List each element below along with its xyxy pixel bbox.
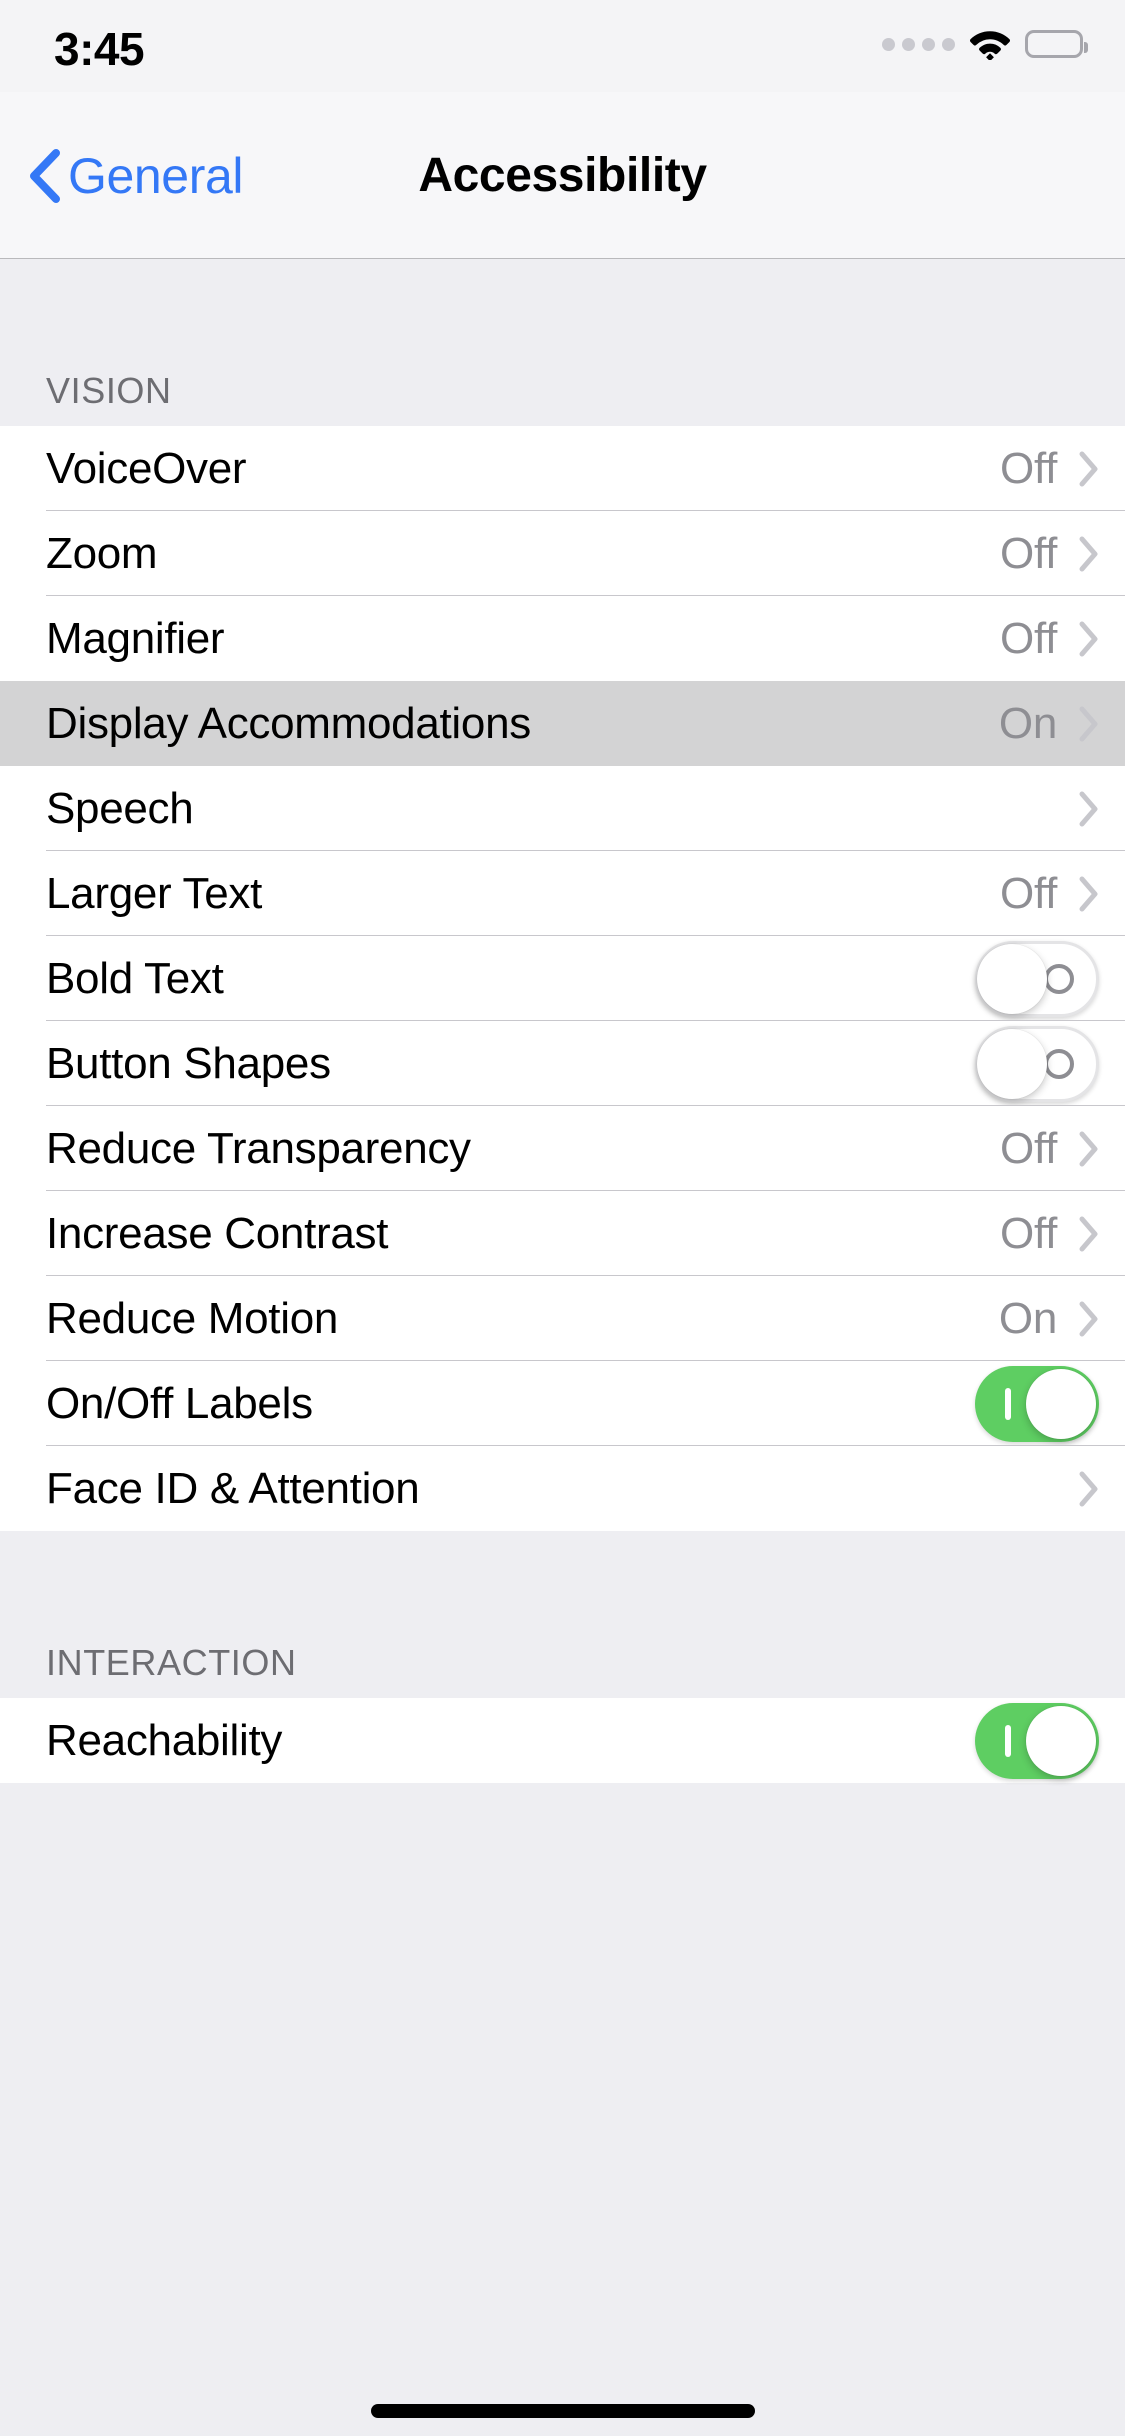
chevron-right-icon <box>1079 536 1099 572</box>
switch-on-label-icon <box>1005 1724 1011 1757</box>
settings-row-label: Bold Text <box>46 953 224 1003</box>
iphone-screen: 3:45 General Accessibility VISION VoiceO… <box>0 0 1125 2436</box>
navigation-bar: General Accessibility <box>0 92 1125 259</box>
status-bar-indicators <box>882 28 1088 60</box>
settings-row-value: On <box>998 698 1057 748</box>
settings-row-value: Off <box>1000 443 1057 493</box>
settings-row-value: Off <box>1000 1208 1057 1258</box>
chevron-right-icon <box>1079 451 1099 487</box>
settings-row-reduce-transparency[interactable]: Reduce Transparency Off <box>0 1106 1125 1191</box>
settings-row-magnifier[interactable]: Magnifier Off <box>0 596 1125 681</box>
section-rows-vision: VoiceOver Off Zoom Off Magnifier Off Display A… <box>0 426 1125 1531</box>
settings-row-on-off-labels[interactable]: On/Off Labels <box>0 1361 1125 1446</box>
section-header-label: INTERACTION <box>46 1642 297 1683</box>
settings-row-voiceover[interactable]: VoiceOver Off <box>0 426 1125 511</box>
section-header-label: VISION <box>46 370 172 411</box>
settings-row-label: Speech <box>46 783 194 833</box>
settings-row-increase-contrast[interactable]: Increase Contrast Off <box>0 1191 1125 1276</box>
settings-row-display-accommodations[interactable]: Display Accommodations On <box>0 681 1125 766</box>
settings-row-value: Off <box>1000 868 1057 918</box>
settings-row-face-id-attention[interactable]: Face ID & Attention <box>0 1446 1125 1531</box>
home-indicator[interactable] <box>370 2404 755 2418</box>
switch-off-label-icon <box>1044 1048 1074 1079</box>
settings-row-label: On/Off Labels <box>46 1378 313 1428</box>
section-header-vision: VISION <box>0 259 1125 426</box>
settings-row-button-shapes[interactable]: Button Shapes <box>0 1021 1125 1106</box>
settings-row-label: Reduce Transparency <box>46 1123 471 1173</box>
settings-row-value: Off <box>1000 613 1057 663</box>
toggle-switch-bold-text[interactable] <box>975 940 1099 1017</box>
status-bar: 3:45 <box>0 0 1125 92</box>
chevron-right-icon <box>1079 1216 1099 1252</box>
battery-icon <box>1025 30 1088 58</box>
chevron-right-icon <box>1079 1471 1099 1507</box>
settings-row-label: Increase Contrast <box>46 1208 389 1258</box>
settings-row-label: Zoom <box>46 528 158 578</box>
toggle-switch-on-off-labels[interactable] <box>975 1365 1099 1442</box>
page-title: Accessibility <box>418 149 707 202</box>
settings-row-value: Off <box>1000 528 1057 578</box>
settings-row-label: Magnifier <box>46 613 225 663</box>
settings-row-label: Reduce Motion <box>46 1293 339 1343</box>
chevron-right-icon <box>1079 621 1099 657</box>
settings-row-reachability[interactable]: Reachability <box>0 1698 1125 1783</box>
settings-row-label: Larger Text <box>46 868 263 918</box>
toggle-switch-reachability[interactable] <box>975 1702 1099 1779</box>
section-header-interaction: INTERACTION <box>0 1531 1125 1698</box>
settings-row-label: Reachability <box>46 1715 283 1765</box>
switch-on-label-icon <box>1005 1387 1011 1420</box>
settings-row-bold-text[interactable]: Bold Text <box>0 936 1125 1021</box>
chevron-right-icon <box>1079 791 1099 827</box>
toggle-knob <box>1026 1705 1096 1776</box>
settings-row-zoom[interactable]: Zoom Off <box>0 511 1125 596</box>
toggle-knob <box>1026 1368 1096 1439</box>
chevron-right-icon <box>1079 1131 1099 1167</box>
settings-row-label: Display Accommodations <box>46 698 531 748</box>
section-rows-interaction: Reachability <box>0 1698 1125 1783</box>
toggle-knob <box>977 1028 1047 1099</box>
settings-row-label: VoiceOver <box>46 443 247 493</box>
toggle-switch-button-shapes[interactable] <box>975 1025 1099 1102</box>
status-bar-time: 3:45 <box>54 23 145 75</box>
settings-row-value: Off <box>1000 1123 1057 1173</box>
chevron-right-icon <box>1079 876 1099 912</box>
toggle-knob <box>977 943 1047 1014</box>
cellular-signal-icon <box>882 37 955 51</box>
settings-row-value: On <box>998 1293 1057 1343</box>
chevron-right-icon <box>1079 1301 1099 1337</box>
switch-off-label-icon <box>1044 963 1074 994</box>
settings-row-speech[interactable]: Speech <box>0 766 1125 851</box>
settings-row-larger-text[interactable]: Larger Text Off <box>0 851 1125 936</box>
settings-row-label: Button Shapes <box>46 1038 331 1088</box>
settings-row-label: Face ID & Attention <box>46 1463 420 1513</box>
settings-row-reduce-motion[interactable]: Reduce Motion On <box>0 1276 1125 1361</box>
wifi-icon <box>969 28 1011 60</box>
chevron-right-icon <box>1079 706 1099 742</box>
